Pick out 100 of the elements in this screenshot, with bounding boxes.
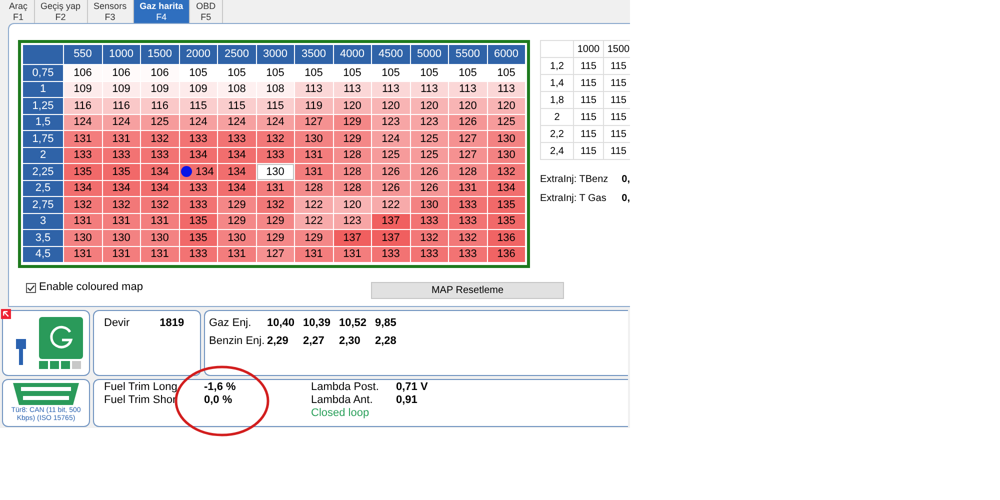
map-cell[interactable]: 115 [180, 98, 217, 114]
map-cell[interactable]: 128 [295, 180, 332, 196]
map-cell[interactable]: 113 [449, 82, 486, 97]
map-cell[interactable]: 131 [64, 131, 102, 146]
map-cell[interactable]: 134 [180, 164, 217, 180]
map-cell[interactable]: 128 [334, 148, 371, 163]
map-cell[interactable]: 131 [64, 214, 102, 229]
map-cell[interactable]: 132 [488, 164, 525, 180]
map-cell[interactable]: 109 [141, 82, 178, 97]
map-cell[interactable]: 133 [449, 246, 486, 262]
map-cell[interactable]: 134 [141, 180, 178, 196]
map-cell[interactable]: 134 [180, 148, 217, 163]
map-cell[interactable]: 124 [64, 114, 102, 130]
map-cell[interactable]: 116 [141, 98, 178, 114]
map-cell[interactable]: 122 [295, 197, 332, 212]
map-cell[interactable]: 127 [295, 114, 332, 130]
map-cell[interactable]: 122 [295, 214, 332, 229]
map-cell[interactable]: 129 [334, 114, 371, 130]
map-cell[interactable]: 120 [334, 98, 371, 114]
map-cell[interactable]: 133 [102, 148, 140, 163]
map-cell[interactable]: 130 [256, 164, 294, 180]
map-cell[interactable]: 125 [410, 131, 448, 146]
map-cell[interactable]: 124 [180, 114, 217, 130]
map-cell[interactable]: 131 [449, 180, 486, 196]
map-cell[interactable]: 137 [372, 214, 410, 229]
map-cell[interactable]: 132 [256, 197, 294, 212]
map-cell[interactable]: 126 [449, 114, 486, 130]
map-cell[interactable]: 133 [372, 246, 410, 262]
map-cell[interactable]: 120 [449, 98, 486, 114]
map-cell[interactable]: 124 [372, 131, 410, 146]
map-cell[interactable]: 126 [410, 164, 448, 180]
map-cell[interactable]: 133 [410, 246, 448, 262]
map-cell[interactable]: 132 [141, 131, 178, 146]
map-cell[interactable]: 127 [256, 246, 294, 262]
map-cell[interactable]: 135 [488, 197, 525, 212]
map-cell[interactable]: 113 [372, 82, 410, 97]
map-cell[interactable]: 131 [295, 148, 332, 163]
map-cell[interactable]: 131 [102, 246, 140, 262]
map-cell[interactable]: 123 [372, 114, 410, 130]
map-cell[interactable]: 113 [410, 82, 448, 97]
map-cell[interactable]: 134 [141, 164, 178, 180]
map-cell[interactable]: 131 [141, 246, 178, 262]
map-cell[interactable]: 134 [64, 180, 102, 196]
map-cell[interactable]: 130 [64, 230, 102, 246]
map-cell[interactable]: 130 [141, 230, 178, 246]
map-cell[interactable]: 133 [410, 214, 448, 229]
map-cell[interactable]: 124 [102, 114, 140, 130]
map-cell[interactable]: 133 [449, 197, 486, 212]
map-cell[interactable]: 131 [334, 246, 371, 262]
map-cell[interactable]: 134 [218, 148, 256, 163]
map-cell[interactable]: 130 [218, 230, 256, 246]
map-cell[interactable]: 137 [372, 230, 410, 246]
map-cell[interactable]: 133 [180, 246, 217, 262]
map-cell[interactable]: 134 [488, 180, 525, 196]
map-cell[interactable]: 130 [102, 230, 140, 246]
map-cell[interactable]: 129 [218, 197, 256, 212]
map-cell[interactable]: 125 [372, 148, 410, 163]
map-cell[interactable]: 115 [256, 98, 294, 114]
map-cell[interactable]: 133 [180, 131, 217, 146]
map-cell[interactable]: 133 [180, 180, 217, 196]
map-cell[interactable]: 131 [256, 180, 294, 196]
map-cell[interactable]: 134 [218, 164, 256, 180]
map-cell[interactable]: 131 [141, 214, 178, 229]
map-cell[interactable]: 134 [218, 180, 256, 196]
map-cell[interactable]: 123 [410, 114, 448, 130]
map-cell[interactable]: 131 [218, 246, 256, 262]
map-cell[interactable]: 109 [102, 82, 140, 97]
map-cell[interactable]: 133 [180, 197, 217, 212]
map-cell[interactable]: 124 [218, 114, 256, 130]
map-cell[interactable]: 131 [295, 164, 332, 180]
map-cell[interactable]: 127 [449, 131, 486, 146]
map-cell[interactable]: 129 [256, 214, 294, 229]
map-cell[interactable]: 128 [334, 180, 371, 196]
map-cell[interactable]: 124 [256, 114, 294, 130]
map-cell[interactable]: 115 [218, 98, 256, 114]
map-cell[interactable]: 106 [102, 65, 140, 80]
map-cell[interactable]: 116 [64, 98, 102, 114]
checkbox[interactable] [26, 282, 36, 292]
map-cell[interactable]: 133 [449, 214, 486, 229]
map-cell[interactable]: 119 [295, 98, 332, 114]
map-cell[interactable]: 125 [141, 114, 178, 130]
map-cell[interactable]: 134 [102, 180, 140, 196]
map-cell[interactable]: 131 [102, 131, 140, 146]
map-cell[interactable]: 135 [180, 230, 217, 246]
map-cell[interactable]: 109 [64, 82, 102, 97]
map-cell[interactable]: 132 [64, 197, 102, 212]
map-cell[interactable]: 129 [334, 131, 371, 146]
map-cell[interactable]: 108 [256, 82, 294, 97]
map-cell[interactable]: 127 [449, 148, 486, 163]
map-cell[interactable]: 109 [180, 82, 217, 97]
map-cell[interactable]: 120 [334, 197, 371, 212]
map-cell[interactable]: 131 [102, 214, 140, 229]
map-cell[interactable]: 128 [334, 164, 371, 180]
map-cell[interactable]: 106 [64, 65, 102, 80]
map-cell[interactable]: 132 [256, 131, 294, 146]
tab[interactable]: Gaz harita F4 [134, 0, 190, 23]
map-cell[interactable]: 135 [488, 214, 525, 229]
map-reset-button[interactable]: MAP Resetleme [371, 282, 564, 299]
map-cell[interactable]: 137 [334, 230, 371, 246]
map-cell[interactable]: 129 [295, 230, 332, 246]
